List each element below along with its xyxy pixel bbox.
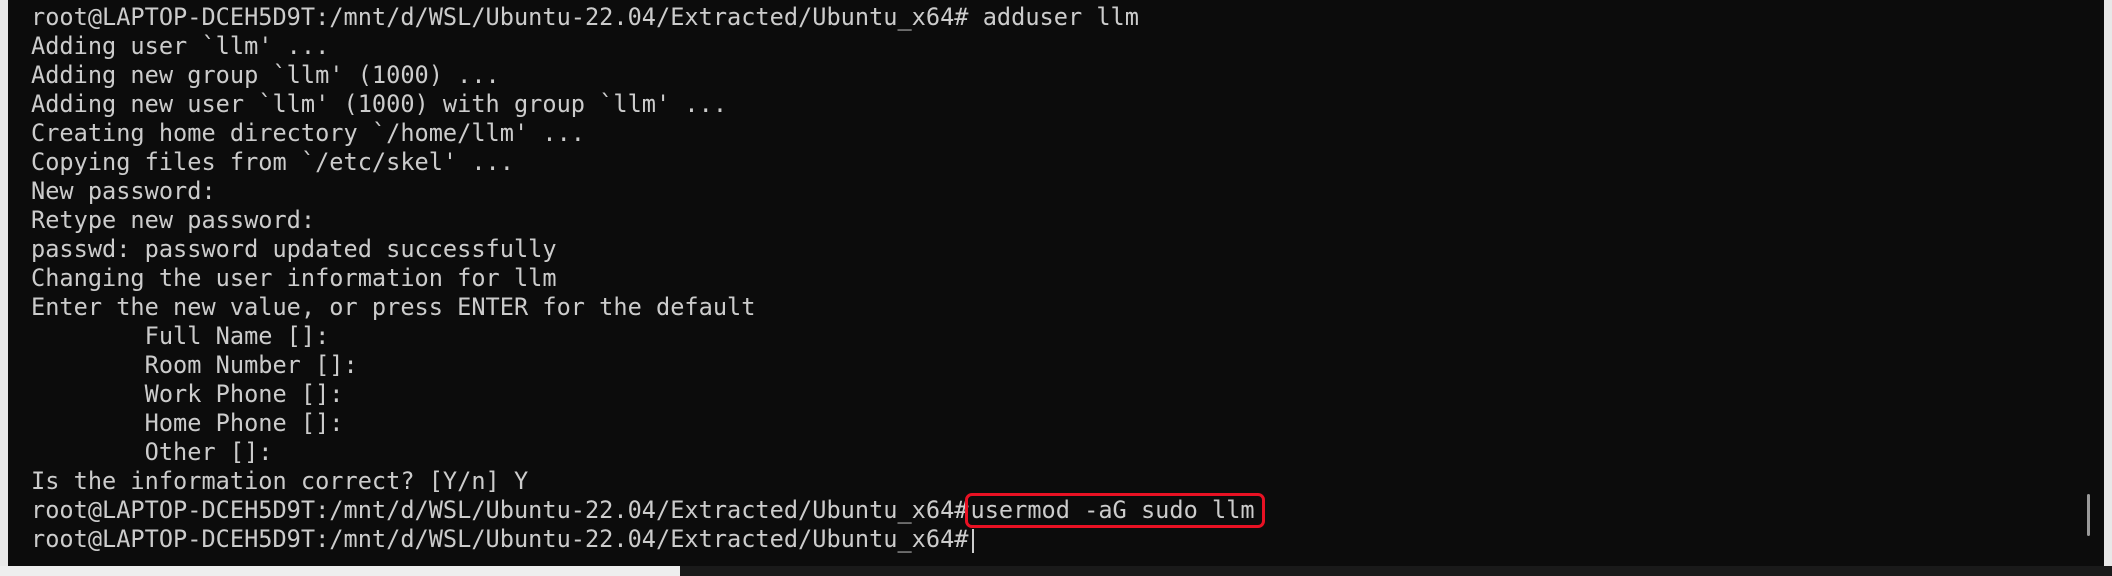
terminal-line: Retype new password:	[31, 206, 316, 234]
terminal-line: Creating home directory `/home/llm' ...	[31, 119, 585, 147]
highlighted-command-line: root@LAPTOP-DCEH5D9T:/mnt/d/WSL/Ubuntu-2…	[31, 493, 1265, 528]
terminal-line: New password:	[31, 177, 216, 205]
terminal-line: passwd: password updated successfully	[31, 235, 557, 263]
terminal-line: Is the information correct? [Y/n] Y	[31, 467, 529, 495]
shell-prompt: root@LAPTOP-DCEH5D9T:/mnt/d/WSL/Ubuntu-2…	[31, 525, 969, 553]
terminal-line: Changing the user information for llm	[31, 264, 557, 292]
terminal-line: Work Phone []:	[31, 380, 344, 408]
terminal-line: Adding user `llm' ...	[31, 32, 330, 60]
terminal-line: Room Number []:	[31, 351, 358, 379]
window-bottom-edge-dark	[680, 566, 2112, 576]
highlighted-command: usermod -aG sudo llm	[964, 493, 1265, 528]
terminal-output: root@LAPTOP-DCEH5D9T:/mnt/d/WSL/Ubuntu-2…	[31, 3, 1265, 554]
window-bottom-edge	[0, 566, 680, 576]
terminal-line: Adding new user `llm' (1000) with group …	[31, 90, 728, 118]
terminal-line: Copying files from `/etc/skel' ...	[31, 148, 514, 176]
current-input-line[interactable]: root@LAPTOP-DCEH5D9T:/mnt/d/WSL/Ubuntu-2…	[31, 525, 1261, 554]
scrollbar-thumb[interactable]	[2087, 494, 2090, 536]
text-cursor	[971, 528, 974, 553]
terminal-line: Adding new group `llm' (1000) ...	[31, 61, 500, 89]
terminal-line: Enter the new value, or press ENTER for …	[31, 293, 756, 321]
shell-prompt: root@LAPTOP-DCEH5D9T:/mnt/d/WSL/Ubuntu-2…	[31, 496, 969, 524]
terminal-line: Full Name []:	[31, 322, 330, 350]
terminal-line: Home Phone []:	[31, 409, 344, 437]
terminal-line: Other []:	[31, 438, 273, 466]
terminal-line: root@LAPTOP-DCEH5D9T:/mnt/d/WSL/Ubuntu-2…	[31, 3, 1139, 31]
terminal-window[interactable]: root@LAPTOP-DCEH5D9T:/mnt/d/WSL/Ubuntu-2…	[0, 0, 2112, 576]
